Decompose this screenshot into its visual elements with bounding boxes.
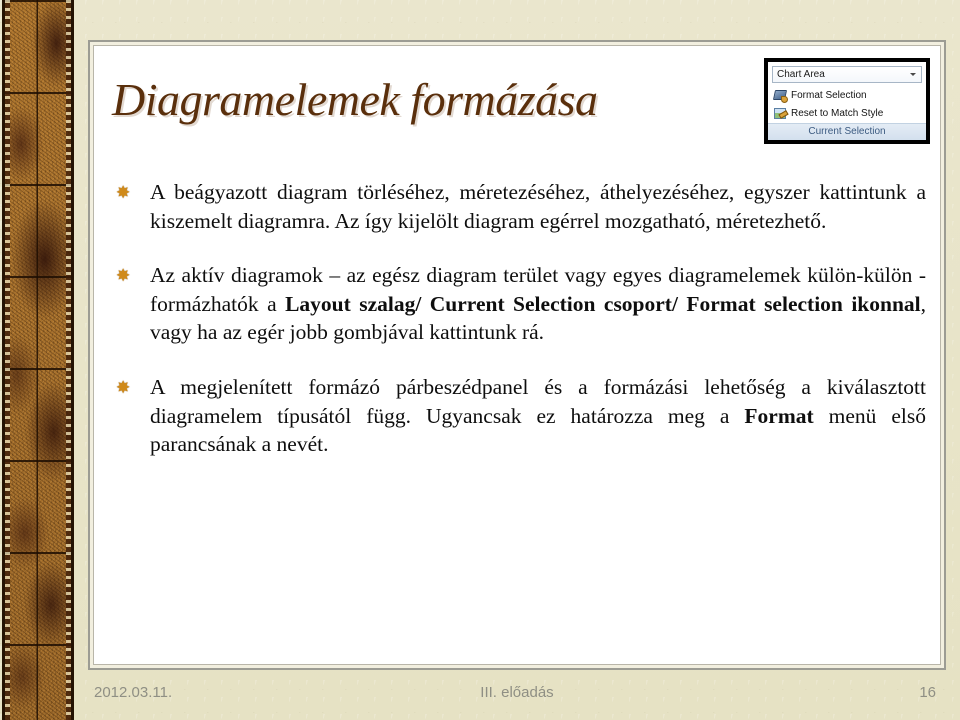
list-item: ✸ Az aktív diagramok – az egész diagram t… <box>116 261 926 347</box>
content-page: Diagramelemek formázása Chart Area Forma… <box>93 45 941 665</box>
list-item: ✸ A beágyazott diagram törléséhez, mérete… <box>116 178 926 235</box>
chart-element-dropdown[interactable]: Chart Area <box>772 66 922 83</box>
slide-footer: 2012.03.11. III. előadás 16 <box>88 684 946 710</box>
list-item: ✸ A megjelenített formázó párbeszédpanel … <box>116 373 926 459</box>
reset-to-match-style-icon <box>774 107 787 120</box>
chart-element-dropdown-value: Chart Area <box>777 69 825 80</box>
format-selection-icon <box>774 89 788 103</box>
star-bullet-icon: ✸ <box>116 266 131 287</box>
bullet-list: ✸ A beágyazott diagram törléséhez, mérete… <box>116 178 926 485</box>
emphasis-text: Layout szalag/ Current Selection csoport… <box>285 291 921 316</box>
star-bullet-icon: ✸ <box>116 183 131 203</box>
chevron-down-icon <box>910 73 916 76</box>
footer-lecture: III. előadás <box>480 684 554 701</box>
slide-canvas: Diagramelemek formázása Chart Area Forma… <box>0 0 960 720</box>
ribbon-group-label: Current Selection <box>768 123 926 140</box>
star-bullet-icon: ✸ <box>116 377 131 398</box>
format-selection-button[interactable]: Format Selection <box>772 86 922 104</box>
page-title: Diagramelemek formázása <box>112 74 598 125</box>
ribbon-current-selection-screenshot: Chart Area Format Selection Reset to Mat… <box>764 58 930 144</box>
decorative-left-border <box>2 0 74 720</box>
emphasis-text: Format <box>744 403 814 428</box>
bullet-embedded-chart: A beágyazott diagram törléséhez, méretez… <box>150 178 926 235</box>
content-frame: Diagramelemek formázása Chart Area Forma… <box>88 40 946 670</box>
reset-to-match-style-button[interactable]: Reset to Match Style <box>772 104 922 122</box>
bullet-format-dialog: A megjelenített formázó párbeszédpanel é… <box>150 373 926 459</box>
footer-page-number: 16 <box>919 684 936 701</box>
format-selection-label: Format Selection <box>791 89 867 101</box>
body-text: A beágyazott diagram törléséhez, méretez… <box>150 180 926 233</box>
bullet-active-charts: Az aktív diagramok – az egész diagram te… <box>150 261 926 347</box>
reset-to-match-style-label: Reset to Match Style <box>791 107 884 119</box>
